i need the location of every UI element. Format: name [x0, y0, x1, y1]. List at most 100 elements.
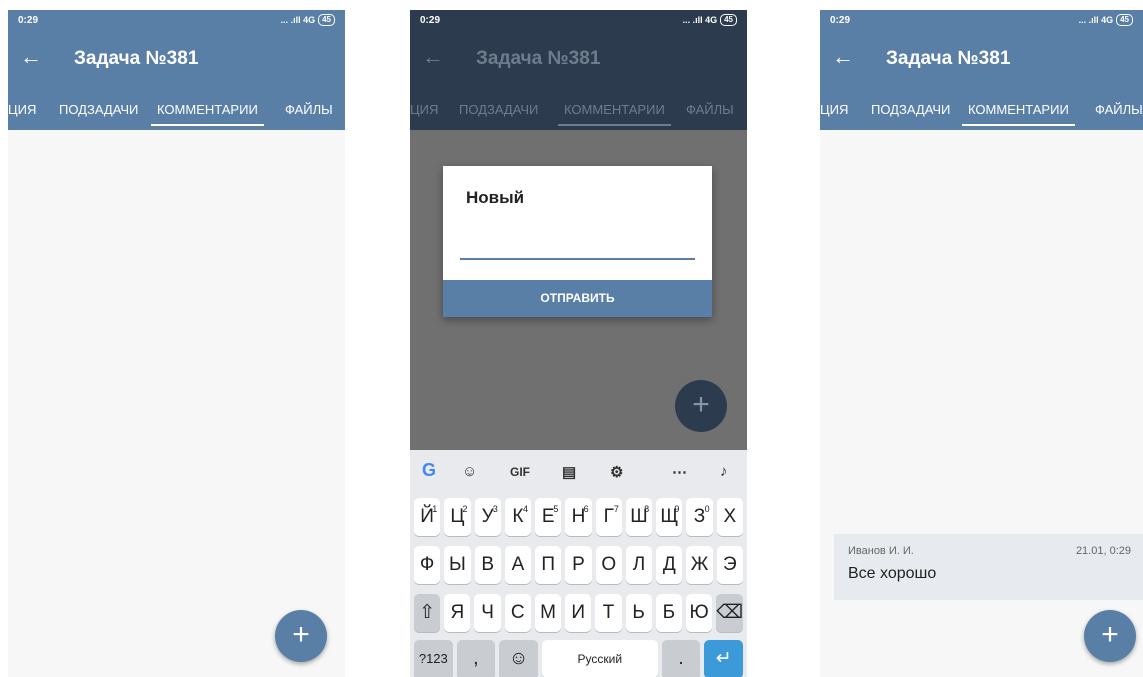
backspace-key[interactable]: ⌫	[716, 594, 744, 632]
add-comment-button[interactable]: +	[275, 610, 327, 662]
signal-text: ... .ıll 4G	[280, 15, 316, 25]
comment-input[interactable]	[460, 258, 695, 260]
toolbar: ← Задача №381	[820, 34, 1143, 84]
key[interactable]: Н6	[565, 498, 592, 536]
key[interactable]: У3	[474, 498, 501, 536]
key[interactable]: Е5	[535, 498, 562, 536]
key[interactable]: Ь	[625, 594, 652, 632]
key[interactable]: Ф	[414, 546, 441, 584]
space-key[interactable]: Русский	[541, 640, 658, 677]
signal-indicator: ... .ıll 4G 45	[281, 14, 335, 26]
more-icon[interactable]: ⋯	[672, 463, 687, 481]
status-time: 0:29	[18, 15, 39, 26]
keyboard-row-3: ⇧ Я Ч С М И Т Ь Б Ю ⌫	[414, 594, 744, 632]
tab-subtasks[interactable]: ПОДЗАДАЧИ	[871, 102, 950, 117]
tab-comments[interactable]: КОММЕНТАРИИ	[962, 102, 1075, 126]
dialog-title: Новый	[466, 188, 525, 207]
key[interactable]: Щ9	[656, 498, 683, 536]
key[interactable]: Д	[656, 546, 683, 584]
tab-files[interactable]: ФАЙЛЫ	[285, 102, 333, 117]
keyboard-row-2: ФЫВАПРОЛДЖЭ	[414, 546, 743, 584]
key[interactable]: Й1	[414, 498, 441, 536]
back-arrow-icon[interactable]: ←	[832, 44, 862, 70]
shift-key[interactable]: ⇧	[414, 594, 441, 632]
google-icon[interactable]: G	[422, 460, 436, 481]
tab-info[interactable]: ЦИЯ	[820, 102, 848, 117]
add-comment-button: +	[675, 380, 727, 432]
key[interactable]: М	[534, 594, 562, 632]
key[interactable]: Ч	[474, 594, 501, 632]
key[interactable]: Р	[565, 546, 592, 584]
clipboard-icon[interactable]: ▤	[562, 463, 576, 481]
screen-comments-list: 0:29 ... .ıll 4G 45 ← Задача №381 ЦИЯ ПОД…	[820, 10, 1143, 677]
app-bar: 0:29 ... .ıll 4G 45 ← Задача №381 ЦИЯ ПОД…	[820, 10, 1143, 130]
tab-bar: ЦИЯ ПОДЗАДАЧИ КОММЕНТАРИИ ФАЙЛЫ	[820, 98, 1143, 130]
comment-author: Иванов И. И.	[848, 545, 914, 557]
key[interactable]: Х	[716, 498, 743, 536]
key[interactable]: Г7	[595, 498, 622, 536]
key[interactable]: С	[504, 594, 531, 632]
page-title: Задача №381	[886, 48, 1011, 69]
tab-subtasks[interactable]: ПОДЗАДАЧИ	[59, 102, 138, 117]
key[interactable]: Э	[716, 546, 743, 584]
screen-empty-comments: 0:29 ... .ıll 4G 45 ← Задача №381 ЦИЯ ПОД…	[8, 10, 345, 677]
tab-comments[interactable]: КОММЕНТАРИИ	[151, 102, 264, 126]
sticker-icon[interactable]: ☺	[462, 463, 477, 480]
key[interactable]: Т	[595, 594, 622, 632]
tab-bar: ЦИЯ ПОДЗАДАЧИ КОММЕНТАРИИ ФАЙЛЫ	[410, 98, 747, 130]
status-bar: 0:29 ... .ıll 4G 45	[820, 10, 1143, 30]
numbers-key[interactable]: ?123	[414, 640, 453, 677]
tab-comments: КОММЕНТАРИИ	[558, 102, 671, 126]
comma-key[interactable]: ,	[456, 640, 496, 677]
status-time: 0:29	[420, 15, 441, 26]
page-title: Задача №381	[476, 48, 601, 69]
gif-icon[interactable]: GIF	[510, 465, 530, 479]
comment-text: Все хорошо	[848, 565, 937, 582]
status-time: 0:29	[830, 15, 851, 26]
keyboard: G ☺ GIF ▤ ⚙ ⋯ ♪ Й1Ц2У3К4Е5Н6Г7Ш8Щ9З0Х ФЫ…	[410, 450, 747, 677]
comment-item[interactable]: Иванов И. И. 21.01, 0:29 Все хорошо	[834, 534, 1143, 600]
key[interactable]: Ц2	[444, 498, 471, 536]
key-hint: 1	[432, 504, 438, 514]
key-hint: 4	[523, 504, 529, 514]
back-arrow-icon[interactable]: ←	[20, 44, 50, 70]
enter-key[interactable]: ↵	[704, 640, 743, 677]
key[interactable]: Ю	[685, 594, 713, 632]
period-key[interactable]: .	[661, 640, 701, 677]
tab-subtasks: ПОДЗАДАЧИ	[459, 102, 539, 117]
microphone-icon[interactable]: ♪	[720, 463, 728, 480]
new-comment-dialog: Новый ОТПРАВИТЬ	[443, 166, 712, 317]
key[interactable]: Б	[655, 594, 682, 632]
status-bar: 0:29 ... .ıll 4G 45	[410, 10, 747, 30]
key[interactable]: О	[595, 546, 622, 584]
back-arrow-icon: ←	[422, 44, 444, 69]
app-bar: 0:29 ... .ıll 4G 45 ← Задача №381 ЦИЯ ПОД…	[410, 10, 747, 130]
battery-icon: 45	[1116, 14, 1133, 26]
key-hint: 5	[553, 504, 559, 514]
key[interactable]: Ж	[686, 546, 713, 584]
keyboard-row-1: Й1Ц2У3К4Е5Н6Г7Ш8Щ9З0Х	[414, 498, 743, 536]
key[interactable]: Ш8	[625, 498, 653, 536]
signal-indicator: ... .ıll 4G 45	[683, 14, 737, 26]
page-title: Задача №381	[74, 48, 199, 69]
keyboard-row-4: ?123 , ☺ Русский . ↵	[414, 640, 743, 677]
key[interactable]: К4	[504, 498, 532, 536]
tab-info[interactable]: ЦИЯ	[8, 102, 36, 117]
tab-files: ФАЙЛЫ	[686, 102, 734, 117]
key[interactable]: А	[504, 546, 532, 584]
key[interactable]: З0	[686, 498, 713, 536]
tab-files[interactable]: ФАЙЛЫ	[1095, 102, 1143, 117]
emoji-key[interactable]: ☺	[499, 640, 538, 677]
add-comment-button[interactable]: +	[1084, 610, 1136, 662]
key-hint: 0	[704, 504, 710, 514]
key[interactable]: Я	[444, 594, 471, 632]
key[interactable]: Л	[625, 546, 653, 584]
key[interactable]: П	[535, 546, 562, 584]
settings-gear-icon[interactable]: ⚙	[610, 463, 623, 481]
key[interactable]: И	[565, 594, 592, 632]
comment-date: 21.01, 0:29	[1075, 545, 1131, 557]
key[interactable]: В	[474, 546, 501, 584]
tab-bar: ЦИЯ ПОДЗАДАЧИ КОММЕНТАРИИ ФАЙЛЫ	[8, 98, 345, 130]
send-button[interactable]: ОТПРАВИТЬ	[443, 280, 712, 317]
key[interactable]: Ы	[444, 546, 471, 584]
